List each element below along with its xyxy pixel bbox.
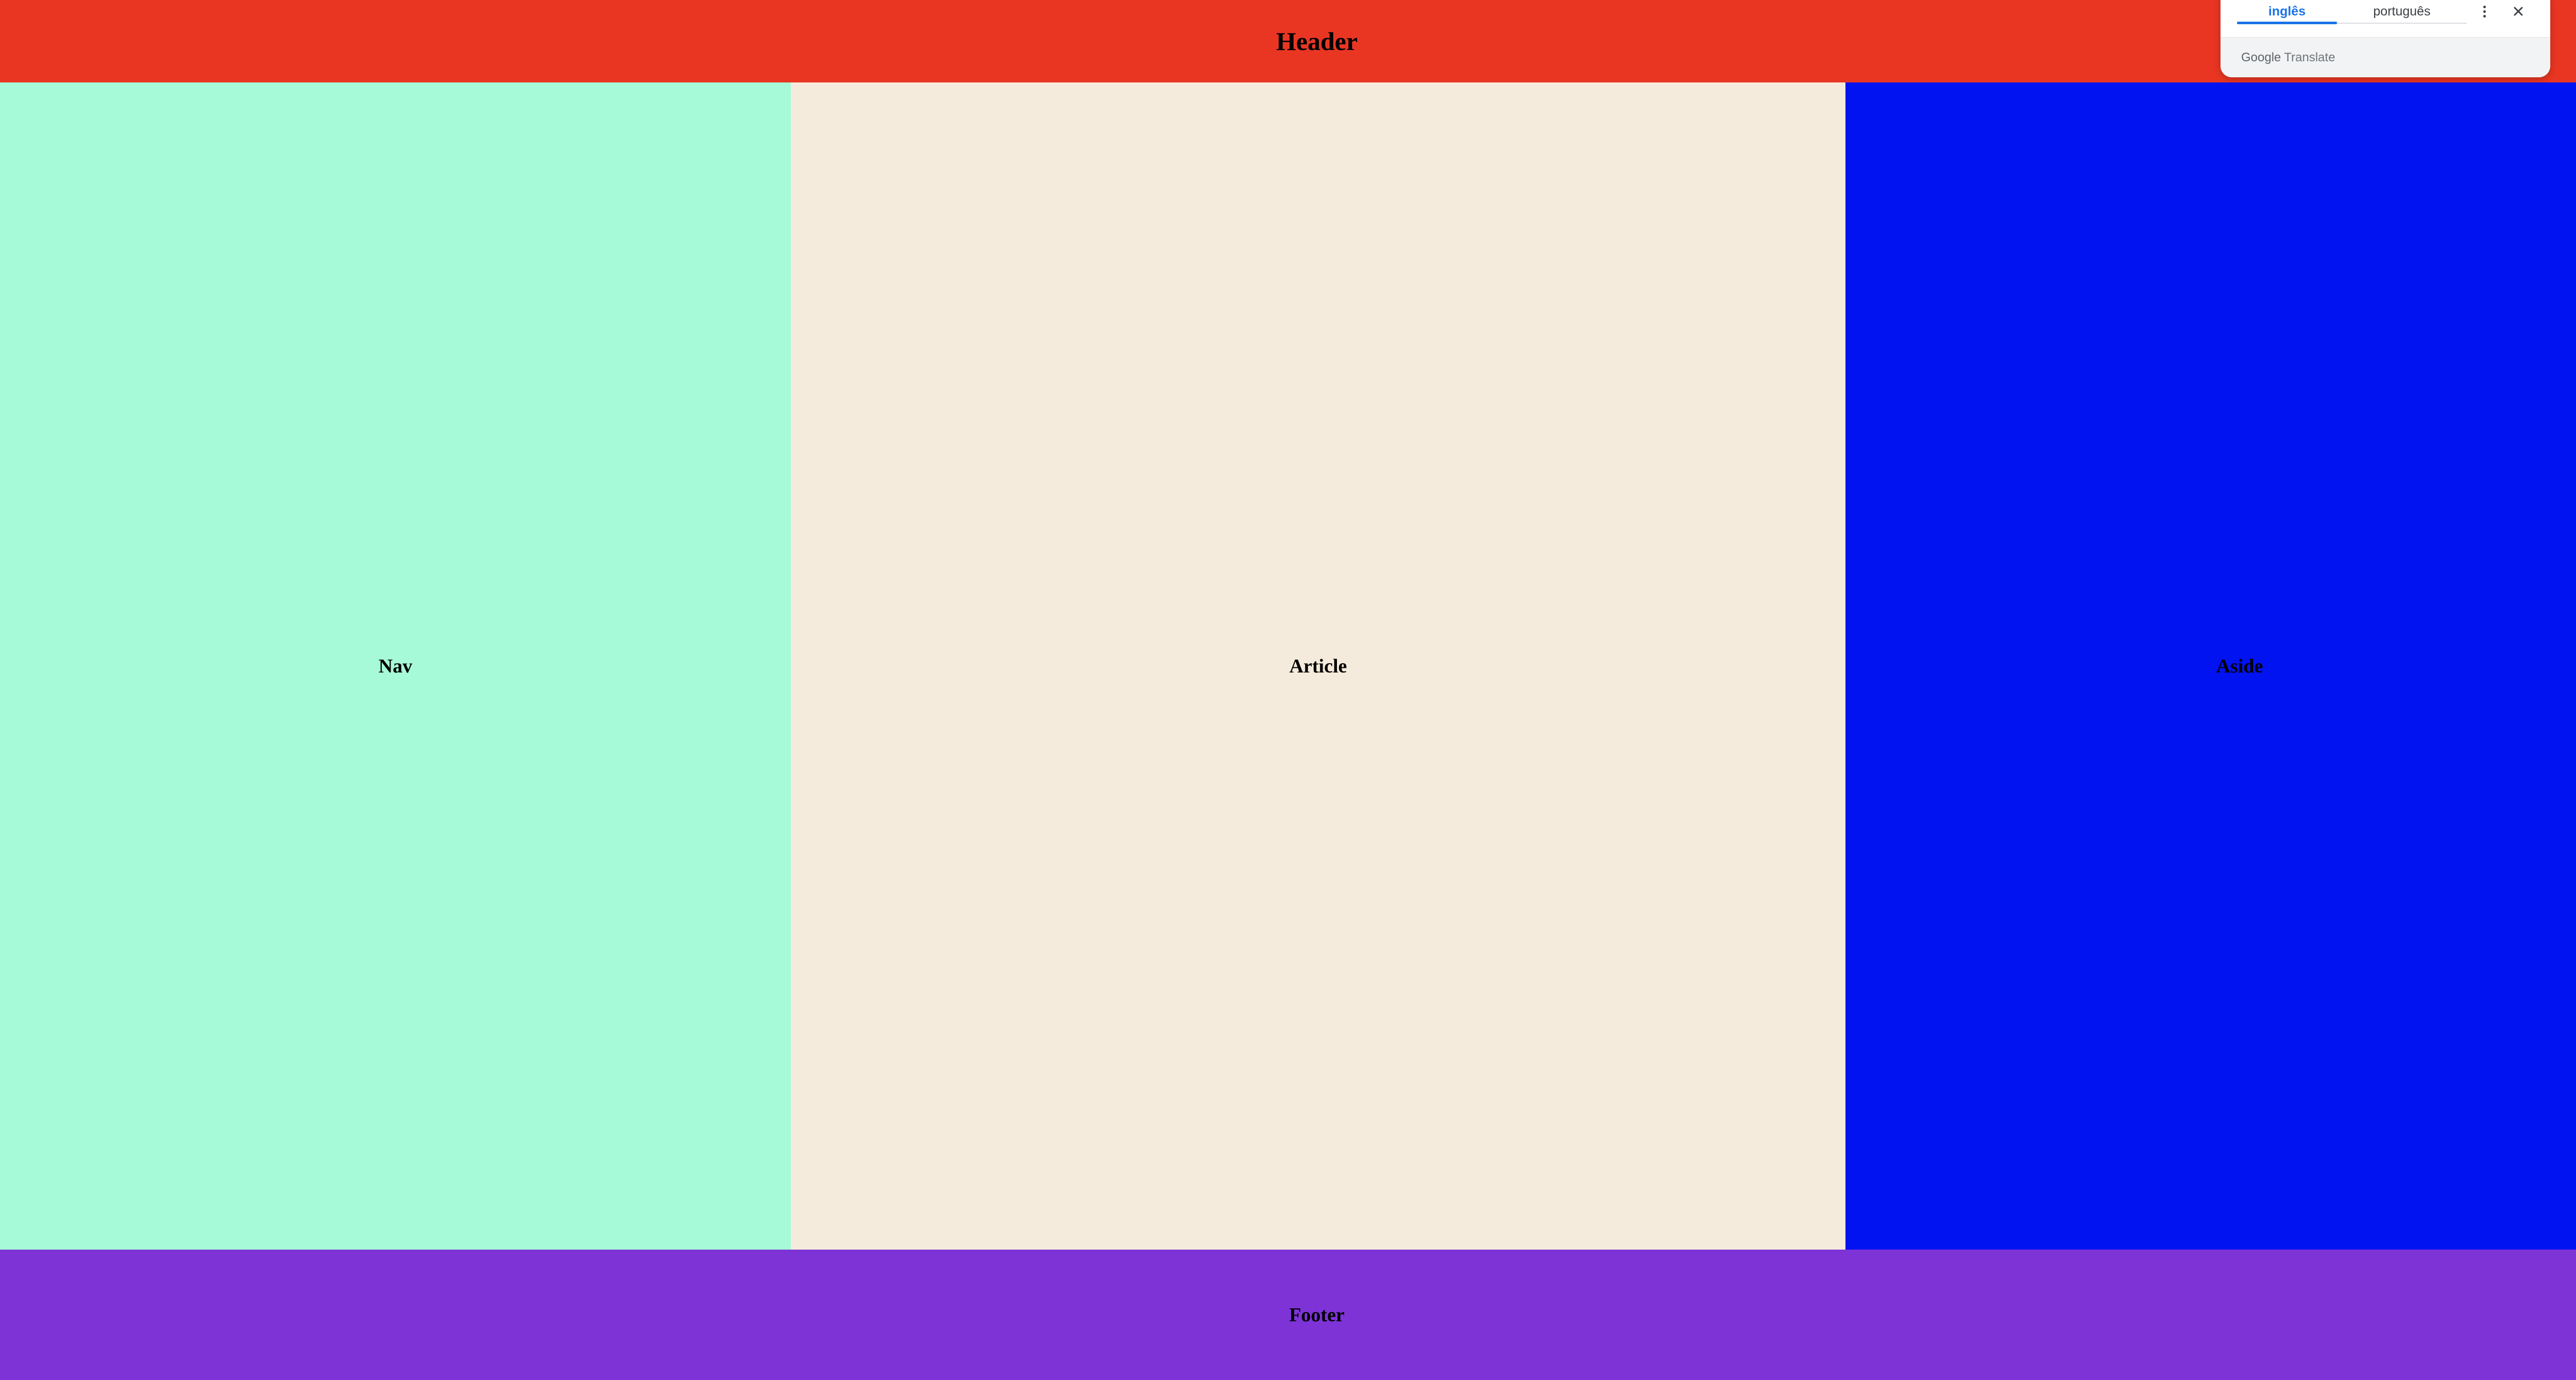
active-tab-indicator bbox=[2237, 22, 2337, 24]
more-vert-icon[interactable] bbox=[2473, 0, 2496, 23]
article-title: Article bbox=[1289, 655, 1347, 677]
brand-google: Google bbox=[2241, 51, 2281, 64]
tab-target-language[interactable]: português bbox=[2337, 0, 2467, 23]
google-translate-popup: inglês português Google Translate bbox=[2221, 0, 2550, 77]
tab-source-language[interactable]: inglês bbox=[2237, 0, 2337, 23]
nav-title: Nav bbox=[378, 655, 413, 677]
translate-toolbar: inglês português bbox=[2221, 0, 2550, 32]
brand-translate: Translate bbox=[2284, 51, 2335, 64]
google-translate-logo: Google Translate bbox=[2241, 51, 2335, 65]
footer-section: Footer bbox=[0, 1250, 2576, 1380]
page: Header Nav Article Aside Footer inglês p… bbox=[0, 0, 2576, 1380]
header-title: Header bbox=[1276, 27, 1358, 56]
header-section: Header bbox=[0, 0, 2576, 82]
footer-title: Footer bbox=[1289, 1304, 1345, 1326]
nav-section: Nav bbox=[0, 82, 791, 1250]
tab-divider bbox=[2337, 23, 2467, 24]
article-section: Article bbox=[791, 82, 1845, 1250]
close-icon[interactable] bbox=[2507, 0, 2530, 23]
aside-section: Aside bbox=[1845, 82, 2576, 1250]
aside-title: Aside bbox=[2216, 655, 2263, 677]
translate-branding-bar: Google Translate bbox=[2221, 37, 2550, 77]
